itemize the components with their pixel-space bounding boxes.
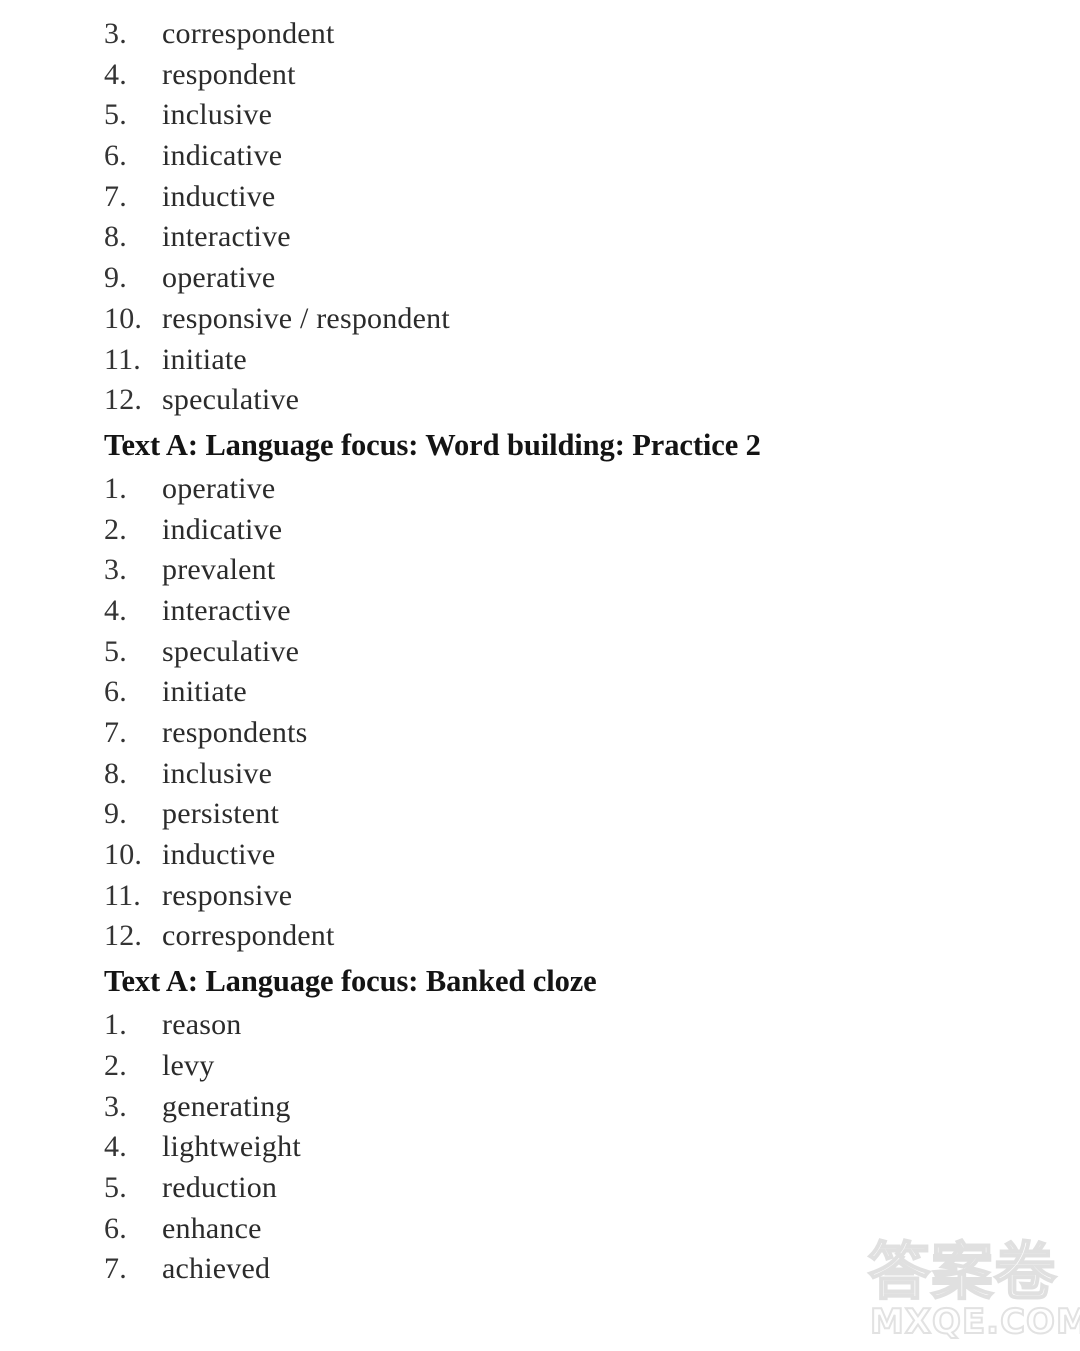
list-item: 10. responsive / respondent xyxy=(104,299,1004,340)
list-item-text: generating xyxy=(162,1089,291,1123)
list-item: 4. lightweight xyxy=(104,1127,1004,1168)
list-item-number: 10. xyxy=(104,838,143,872)
list-item-number: 6. xyxy=(104,1211,127,1245)
list-item: 8. inclusive xyxy=(104,754,1004,795)
list-item: 1. reason xyxy=(104,1005,1004,1046)
list-item-number: 3. xyxy=(104,1089,127,1123)
document-page: 3. correspondent 4. respondent 5. inclusive 6.… xyxy=(0,0,1080,1351)
list-item-number: 8. xyxy=(104,220,127,254)
list-item-text: persistent xyxy=(162,797,279,831)
list-item: 3. generating xyxy=(104,1087,1004,1128)
list-item-number: 1. xyxy=(104,1008,127,1042)
list-item-number: 7. xyxy=(104,179,127,213)
list-item: 6. enhance xyxy=(104,1209,1004,1250)
word-building-practice-1-answers: 3. correspondent 4. respondent 5. inclusive 6.… xyxy=(104,14,1004,421)
list-item-text: correspondent xyxy=(162,919,335,953)
list-item-number: 7. xyxy=(104,716,127,749)
list-item-number: 11. xyxy=(104,342,141,376)
list-item-text: indicative xyxy=(162,139,283,173)
list-item: 11. initiate xyxy=(104,340,1004,381)
list-item-text: speculative xyxy=(162,634,300,668)
list-item: 5. inclusive xyxy=(104,95,1004,136)
list-item: 6. initiate xyxy=(104,672,1004,713)
list-item-text: speculative xyxy=(162,383,300,417)
list-item-number: 5. xyxy=(104,98,127,132)
list-item-number: 8. xyxy=(104,756,127,790)
list-item: 7. achieved xyxy=(104,1249,1004,1290)
list-item-text: responsive xyxy=(162,878,293,912)
list-item: 9. operative xyxy=(104,258,1004,299)
list-item-text: levy xyxy=(162,1048,215,1082)
document-content: 3. correspondent 4. respondent 5. inclusive 6.… xyxy=(104,14,1004,1290)
list-item-text: reduction xyxy=(162,1170,278,1204)
list-item-text: inclusive xyxy=(162,756,273,790)
list-item-number: 1. xyxy=(104,471,127,505)
list-item-text: operative xyxy=(162,471,276,505)
list-item-text: inductive xyxy=(162,838,276,872)
list-item-number: 4. xyxy=(104,57,127,91)
list-item-number: 9. xyxy=(104,261,127,295)
list-item-number: 11. xyxy=(104,878,141,912)
list-item: 12. correspondent xyxy=(104,916,1004,957)
heading-word-building-practice-2: Text A: Language focus: Word building: P… xyxy=(104,427,761,462)
list-item-number: 3. xyxy=(104,553,127,587)
list-item-number: 4. xyxy=(104,593,127,627)
list-item-number: 3. xyxy=(104,17,127,50)
list-item-text: achieved xyxy=(162,1252,271,1286)
list-item: 7. inductive xyxy=(104,177,1004,218)
banked-cloze-answers: 1. reason 2. levy 3. generating 4. lightweight 5… xyxy=(104,1005,1004,1290)
list-item-text: initiate xyxy=(162,342,247,376)
list-item: 7. respondents xyxy=(104,713,1004,754)
list-item-text: operative xyxy=(162,261,276,295)
list-item-text: initiate xyxy=(162,675,247,709)
list-item-text: reason xyxy=(162,1008,242,1042)
list-item-number: 12. xyxy=(104,919,143,953)
list-item: 4. respondent xyxy=(104,55,1004,96)
list-item-text: responsive / respondent xyxy=(162,301,450,335)
watermark-domain-text: MXQE.COM xyxy=(869,1302,1080,1342)
list-item: 3. correspondent xyxy=(104,14,1004,55)
list-item-text: indicative xyxy=(162,512,283,546)
list-item-text: respondents xyxy=(162,716,308,749)
word-building-practice-2-answers: 1. operative 2. indicative 3. prevalent 4. inte… xyxy=(104,469,1004,957)
list-item-number: 4. xyxy=(104,1130,127,1164)
list-item: 8. interactive xyxy=(104,217,1004,258)
list-item: 11. responsive xyxy=(104,876,1004,917)
list-item-number: 6. xyxy=(104,675,127,709)
list-item-text: lightweight xyxy=(162,1130,301,1164)
list-item: 2. levy xyxy=(104,1046,1004,1087)
list-item: 4. interactive xyxy=(104,591,1004,632)
list-item-number: 2. xyxy=(104,512,127,546)
list-item: 2. indicative xyxy=(104,510,1004,551)
list-item: 5. speculative xyxy=(104,632,1004,673)
list-item-number: 7. xyxy=(104,1252,127,1286)
list-item: 1. operative xyxy=(104,469,1004,510)
list-item: 3. prevalent xyxy=(104,550,1004,591)
list-item-number: 2. xyxy=(104,1048,127,1082)
list-item: 6. indicative xyxy=(104,136,1004,177)
heading-banked-cloze: Text A: Language focus: Banked cloze xyxy=(104,964,597,999)
list-item-number: 5. xyxy=(104,1170,127,1204)
list-item: 9. persistent xyxy=(104,794,1004,835)
list-item-text: respondent xyxy=(162,57,296,91)
list-item-text: correspondent xyxy=(162,17,335,50)
list-item-number: 10. xyxy=(104,301,143,335)
list-item-number: 5. xyxy=(104,634,127,668)
list-item: 12. speculative xyxy=(104,380,1004,421)
list-item-text: inclusive xyxy=(162,98,273,132)
list-item: 10. inductive xyxy=(104,835,1004,876)
list-item: 5. reduction xyxy=(104,1168,1004,1209)
list-item-number: 6. xyxy=(104,139,127,173)
list-item-text: prevalent xyxy=(162,553,276,587)
list-item-text: inductive xyxy=(162,179,276,213)
list-item-text: interactive xyxy=(162,593,291,627)
list-item-number: 9. xyxy=(104,797,127,831)
list-item-number: 12. xyxy=(104,383,143,417)
list-item-text: enhance xyxy=(162,1211,262,1245)
list-item-text: interactive xyxy=(162,220,291,254)
